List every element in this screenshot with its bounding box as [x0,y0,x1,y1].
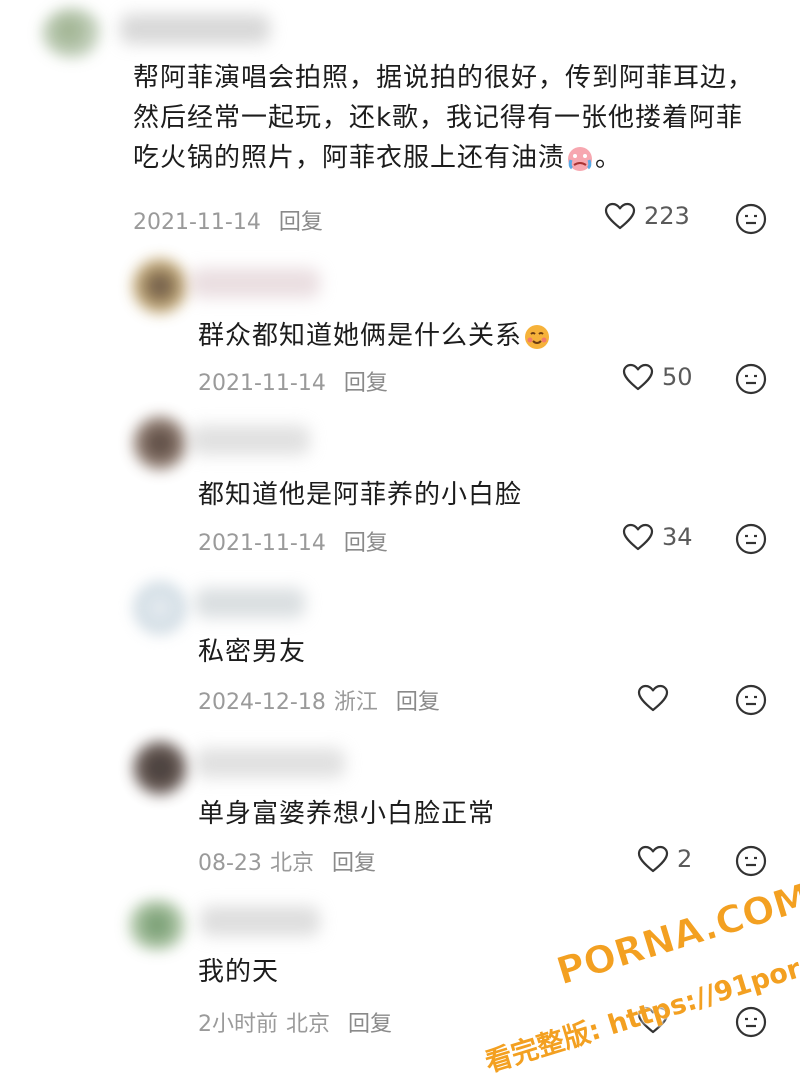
comment-date: 08-23 [198,851,262,876]
neutral-face-icon[interactable] [735,363,767,395]
like-count: 223 [644,202,690,230]
heart-outline-icon [637,1006,669,1034]
like-button[interactable] [637,684,677,712]
blushing-smile-emoji [525,324,550,349]
reply-button[interactable]: 回复 [396,690,440,715]
comment-text-content: 我的天 [198,957,280,987]
comment-text-content: 帮阿菲演唱会拍照，据说拍的很好，传到阿菲耳边，然后经常一起玩，还k歌，我记得有一… [133,63,755,173]
comment-location: 北京 [269,851,314,876]
comment-text: 我的天 [198,952,598,992]
reply-button[interactable]: 回复 [279,210,323,235]
like-count: 2 [677,845,693,873]
comment-date: 2021-11-14 [133,210,261,235]
period: 。 [595,143,623,173]
neutral-face-icon[interactable] [735,203,767,235]
avatar[interactable] [132,258,188,314]
comment-meta: 2小时前 北京 回复 [198,1006,410,1038]
username[interactable] [195,588,305,618]
comment-meta: 2021-11-14 回复 [198,365,406,397]
heart-outline-icon [622,523,654,551]
comment-text-content: 群众都知道她俩是什么关系 [198,321,523,351]
comment-location: 北京 [286,1012,331,1037]
avatar[interactable] [132,580,188,636]
neutral-face-icon[interactable] [735,523,767,555]
comment-text: 都知道他是阿菲养的小白脸 [198,475,738,515]
comment-text-content: 单身富婆养想小白脸正常 [198,799,496,829]
avatar[interactable] [125,900,189,950]
comment-text-content: 私密男友 [198,637,307,667]
username[interactable] [200,906,320,936]
neutral-face-icon[interactable] [735,684,767,716]
comment-date: 2021-11-14 [198,371,326,396]
comment-date: 2024-12-18 [198,690,326,715]
comment-text: 帮阿菲演唱会拍照，据说拍的很好，传到阿菲耳边，然后经常一起玩，还k歌，我记得有一… [133,58,763,178]
comment-meta: 2021-11-14 回复 [133,204,341,236]
username[interactable] [190,268,320,298]
username[interactable] [190,425,310,455]
like-button[interactable]: 50 [622,363,693,391]
heart-outline-icon [604,202,636,230]
reply-button[interactable]: 回复 [348,1012,392,1037]
comment-meta: 08-23 北京 回复 [198,845,394,877]
like-button[interactable]: 34 [622,523,693,551]
comment-text: 私密男友 [198,632,738,672]
comment-text: 单身富婆养想小白脸正常 [198,794,738,834]
comment-date: 2小时前 [198,1012,278,1037]
like-count: 50 [662,363,693,391]
neutral-face-icon[interactable] [735,1006,767,1038]
neutral-face-icon[interactable] [735,845,767,877]
reply-button[interactable]: 回复 [344,531,388,556]
comment-location: 浙江 [333,690,378,715]
reply-button[interactable]: 回复 [332,851,376,876]
avatar[interactable] [132,740,188,796]
comment-text-content: 都知道他是阿菲养的小白脸 [198,480,523,510]
like-button[interactable] [637,1006,677,1034]
comment-meta: 2021-11-14 回复 [198,525,406,557]
avatar[interactable] [132,415,188,471]
comment-date: 2021-11-14 [198,531,326,556]
like-button[interactable]: 223 [604,202,690,230]
username[interactable] [195,748,345,778]
like-count: 34 [662,523,693,551]
like-button[interactable]: 2 [637,845,692,873]
heart-outline-icon [637,845,669,873]
heart-outline-icon [622,363,654,391]
heart-outline-icon [637,684,669,712]
username[interactable] [120,14,270,44]
comment-text: 群众都知道她俩是什么关系 [198,316,738,356]
reply-button[interactable]: 回复 [344,371,388,396]
comment-meta: 2024-12-18 浙江 回复 [198,684,458,716]
crying-face-emoji [568,146,593,171]
avatar[interactable] [42,8,102,58]
